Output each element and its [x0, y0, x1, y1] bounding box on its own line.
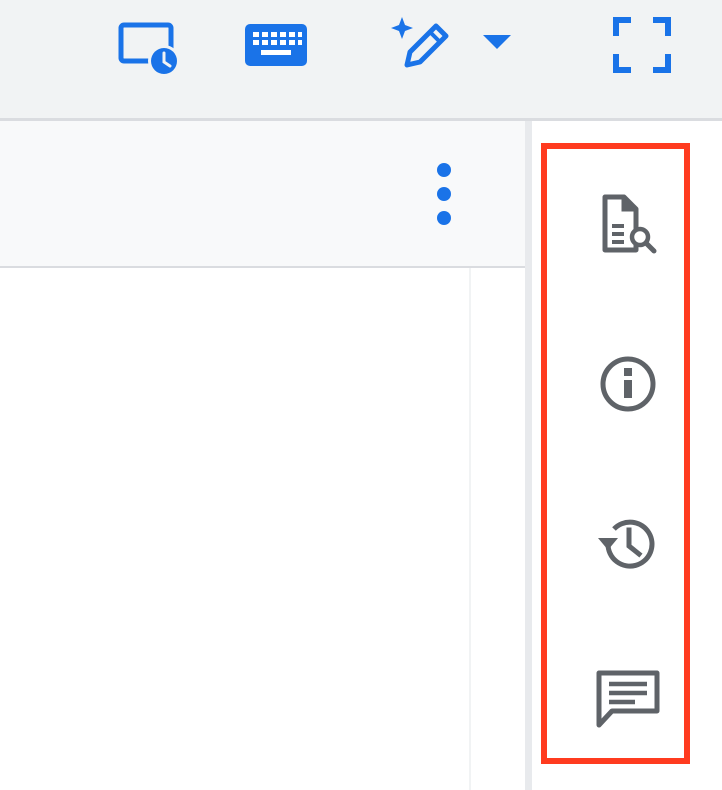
- keyboard-icon[interactable]: [245, 24, 307, 66]
- schedule-screen-icon[interactable]: [116, 20, 184, 80]
- info-icon[interactable]: [594, 350, 662, 418]
- fullscreen-icon[interactable]: [613, 17, 671, 73]
- history-icon[interactable]: [594, 510, 662, 578]
- document-search-icon[interactable]: [594, 193, 662, 261]
- editor-body[interactable]: [0, 268, 525, 790]
- editor-header: [0, 121, 525, 268]
- top-toolbar: [0, 0, 722, 121]
- more-vert-icon[interactable]: [428, 161, 460, 233]
- dropdown-arrow-icon[interactable]: [481, 33, 513, 51]
- ai-pen-icon[interactable]: [391, 15, 455, 73]
- comment-icon[interactable]: [594, 663, 662, 731]
- main-area: [0, 121, 525, 790]
- editor-divider: [469, 268, 471, 790]
- panel-divider: [525, 121, 532, 790]
